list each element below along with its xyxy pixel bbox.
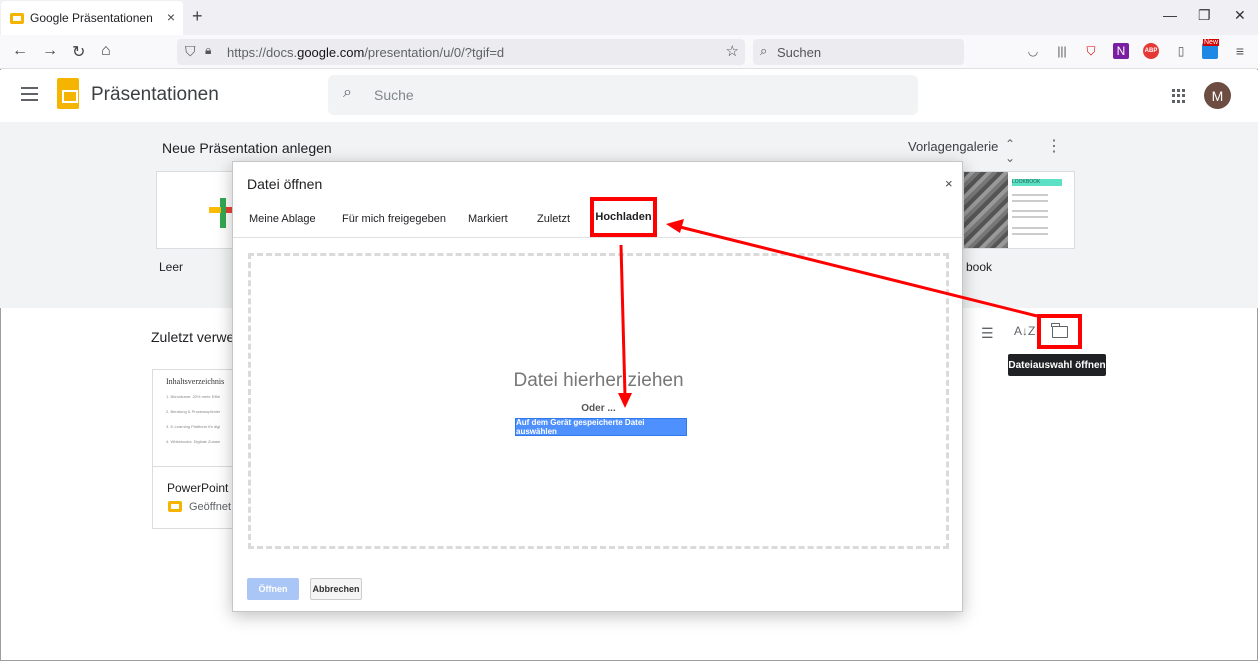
slides-logo-icon[interactable] <box>57 78 79 109</box>
tab-starred[interactable]: Markiert <box>468 213 508 225</box>
more-vert-icon[interactable]: ⋮ <box>1046 136 1062 156</box>
search-icon[interactable]: ⌕ <box>343 84 352 102</box>
template-photo <box>964 172 1008 248</box>
folder-icon <box>1051 322 1068 338</box>
minimize-icon[interactable]: — <box>1163 7 1177 23</box>
tracking-shield-icon[interactable]: ⛉ <box>185 43 196 60</box>
restore-icon[interactable]: ❐ <box>1198 7 1211 24</box>
open-file-picker-button[interactable] <box>1037 314 1082 349</box>
url-bar[interactable]: ⛉ 🔒︎ https://docs. google.com/presentatio… <box>177 39 745 65</box>
browser-tab[interactable]: Google Präsentationen × <box>1 1 183 35</box>
dialog-close-icon[interactable]: × <box>945 176 953 191</box>
recent-title: Zuletzt verwe <box>151 329 235 345</box>
dialog-title: Datei öffnen <box>247 176 323 192</box>
blank-template-card[interactable] <box>156 171 236 249</box>
ublock-icon[interactable]: ⛉ <box>1083 43 1099 59</box>
doc-preview-line: 2. Beratung & Prozessoptimiere <box>166 409 220 414</box>
home-icon[interactable]: ⌂ <box>101 42 111 60</box>
template-gallery-button[interactable]: Vorlagengalerie <box>908 139 998 154</box>
window-close-icon[interactable]: ✕ <box>1234 7 1246 24</box>
app-header: Präsentationen ⌕ Suche M <box>0 70 1258 122</box>
doc-name: PowerPoint <box>167 481 229 495</box>
doc-opened-date: Geöffnet <box>189 501 231 513</box>
new-tab-button[interactable]: + <box>192 6 203 27</box>
bookmark-star-icon[interactable]: ☆ <box>726 42 739 60</box>
slides-favicon-icon <box>10 12 24 24</box>
browser-nav-bar: ← → ↻ ⌂ ⛉ 🔒︎ https://docs. google.com/pre… <box>0 35 1258 69</box>
doc-preview: Inhaltsverzeichnis 1. Büroräume: 20% meh… <box>153 370 233 467</box>
lookbook-template-label: book <box>966 260 993 274</box>
forward-icon[interactable]: → <box>42 42 58 60</box>
tab-recent[interactable]: Zuletzt <box>537 213 570 225</box>
unfold-icon[interactable]: ⌃ ⌄ <box>1005 137 1015 165</box>
cancel-button[interactable]: Abbrechen <box>310 578 362 600</box>
pocket-icon[interactable]: ◡ <box>1025 43 1041 59</box>
tab-shared-with-me[interactable]: Für mich freigegeben <box>342 213 446 225</box>
lock-icon[interactable]: 🔒︎ <box>205 43 211 58</box>
extension-new-badge: New <box>1203 39 1220 46</box>
recent-doc-card[interactable]: Inhaltsverzeichnis 1. Büroräume: 20% meh… <box>152 369 234 529</box>
url-prefix: https://docs. <box>227 44 298 60</box>
doc-preview-heading: Inhaltsverzeichnis <box>166 377 225 386</box>
template-heading: LOOKBOOK <box>1012 179 1062 186</box>
browser-tab-bar: Google Präsentationen × + — ❐ ✕ <box>0 0 1258 35</box>
open-button[interactable]: Öffnen <box>247 578 299 600</box>
doc-preview-line: 1. Büroräume: 20% mehr Effizi <box>166 394 220 399</box>
file-picker-tooltip: Dateiauswahl öffnen <box>1008 354 1106 376</box>
url-path: /presentation/u/0/?tgif=d <box>364 44 505 60</box>
sort-az-icon[interactable]: A↓Z <box>1014 324 1035 338</box>
avatar[interactable]: M <box>1204 82 1231 109</box>
upload-dropzone[interactable]: Datei hierher ziehen Oder ... Auf dem Ge… <box>248 253 949 549</box>
hamburger-menu-icon[interactable] <box>21 87 38 101</box>
search-icon: ⌕ <box>760 43 768 58</box>
browser-search-placeholder: Suchen <box>777 44 822 60</box>
back-icon[interactable]: ← <box>12 42 28 60</box>
drop-text: Datei hierher ziehen <box>513 370 684 391</box>
lookbook-template-card[interactable]: LOOKBOOK <box>963 171 1075 249</box>
blank-template-label: Leer <box>159 260 184 274</box>
app-search-input[interactable]: ⌕ Suche <box>328 75 918 115</box>
app-title[interactable]: Präsentationen <box>91 84 219 106</box>
or-text: Oder ... <box>581 403 616 414</box>
doc-preview-line: 3. E-Learning Plattform für digit <box>166 424 220 429</box>
open-file-dialog: Datei öffnen × Meine Ablage Für mich fre… <box>232 161 963 612</box>
browser-search-input[interactable]: ⌕ Suchen <box>753 39 964 65</box>
tab-title: Google Präsentationen <box>30 11 153 25</box>
tab-upload[interactable]: Hochladen <box>590 197 657 237</box>
apps-grid-icon[interactable] <box>1172 89 1186 103</box>
library-icon[interactable]: ||| <box>1054 43 1070 59</box>
url-host: google.com <box>297 44 365 60</box>
sidebar-icon[interactable]: ▯ <box>1173 43 1189 59</box>
reload-icon[interactable]: ↻ <box>72 42 85 62</box>
menu-icon[interactable]: ≡ <box>1232 43 1248 59</box>
slides-file-icon <box>168 501 182 512</box>
onenote-icon[interactable]: N <box>1113 43 1129 59</box>
list-view-icon[interactable]: ☰ <box>981 325 994 342</box>
select-file-button[interactable]: Auf dem Gerät gespeicherte Datei auswähl… <box>515 418 687 436</box>
tab-close-icon[interactable]: × <box>167 9 175 25</box>
adblock-icon[interactable]: ABP <box>1143 43 1159 59</box>
dialog-divider <box>233 237 962 238</box>
doc-preview-line: 4. Whitebooks: Digitale Zusamm <box>166 439 220 444</box>
new-presentation-title: Neue Präsentation anlegen <box>162 140 332 156</box>
tab-my-drive[interactable]: Meine Ablage <box>249 213 316 225</box>
app-search-placeholder: Suche <box>374 87 414 103</box>
